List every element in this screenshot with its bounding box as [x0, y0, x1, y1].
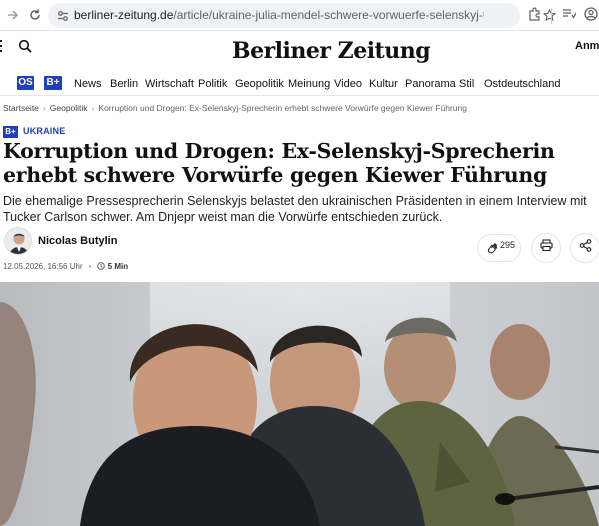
- clap-count: 295: [500, 240, 516, 250]
- toolbar-divider: [551, 8, 552, 24]
- nav-item-news[interactable]: News: [74, 78, 102, 90]
- read-time: 5 Min: [107, 262, 129, 271]
- site-settings-icon[interactable]: [57, 9, 69, 27]
- nav-item-berlin[interactable]: Berlin: [110, 78, 138, 90]
- article-meta: 12.05.2026, 16:56 Uhr • 5 Min: [3, 262, 128, 271]
- breadcrumb-section[interactable]: Geopolitik: [50, 103, 88, 113]
- nav-item-wirtschaft[interactable]: Wirtschaft: [145, 78, 194, 90]
- login-link[interactable]: Anme: [575, 40, 599, 52]
- section-nav: OS B+ News Berlin Wirtschaft Politik Geo…: [0, 70, 599, 96]
- author-name[interactable]: Nicolas Butylin: [38, 235, 117, 247]
- reload-icon[interactable]: [26, 6, 44, 24]
- clock-icon: [97, 262, 106, 271]
- nav-item-kultur[interactable]: Kultur: [369, 78, 398, 90]
- meta-separator: •: [88, 262, 92, 271]
- nav-item-panorama[interactable]: Panorama: [405, 78, 456, 90]
- browser-toolbar: berliner-zeitung.de/article/ukraine-juli…: [0, 0, 599, 31]
- forward-arrow-icon[interactable]: [4, 6, 22, 24]
- article-headline: Korruption und Drogen: Ex-Selenskyj-Spre…: [3, 139, 555, 187]
- address-bar[interactable]: berliner-zeitung.de/article/ukraine-juli…: [48, 3, 557, 28]
- breadcrumb-current: Korruption und Drogen: Ex-Selenskyj-Spre…: [98, 103, 467, 113]
- bplus-badge[interactable]: B+: [44, 76, 62, 90]
- kicker-label[interactable]: UKRAINE: [23, 126, 65, 136]
- search-icon[interactable]: [18, 39, 32, 58]
- printer-icon: [539, 239, 553, 257]
- nav-item-video[interactable]: Video: [334, 78, 362, 90]
- os-badge[interactable]: OS: [17, 76, 34, 90]
- clap-hands-icon: [486, 242, 499, 260]
- author-avatar[interactable]: [4, 227, 32, 255]
- url-text: berliner-zeitung.de/article/ukraine-juli…: [74, 8, 484, 22]
- clap-button[interactable]: 295: [477, 234, 521, 262]
- article-teaser: Die ehemalige Pressesprecherin Selenskyj…: [3, 194, 587, 224]
- nav-item-geopolitik[interactable]: Geopolitik: [235, 78, 284, 90]
- breadcrumb-separator: ›: [91, 103, 95, 113]
- nav-item-ostdeutschland[interactable]: Ostdeutschland: [484, 78, 560, 90]
- nav-item-meinung[interactable]: Meinung: [288, 78, 330, 90]
- reading-list-icon[interactable]: [562, 7, 577, 26]
- print-button[interactable]: [531, 233, 561, 263]
- site-logo[interactable]: Berliner Zeitung: [232, 38, 431, 64]
- share-button[interactable]: [570, 233, 599, 263]
- breadcrumb: Startseite › Geopolitik › Korruption und Dro…: [3, 103, 467, 113]
- bplus-kicker-badge: B+: [3, 126, 18, 138]
- bookmark-star-icon[interactable]: [542, 8, 557, 27]
- share-icon: [579, 239, 592, 257]
- publish-date: 12.05.2026, 16:56 Uhr: [3, 262, 83, 271]
- nav-item-politik[interactable]: Politik: [198, 78, 227, 90]
- nav-item-stil[interactable]: Stil: [459, 78, 474, 90]
- url-path: /article/ukraine-julia-mendel-schwere-vo…: [173, 8, 484, 22]
- breadcrumb-separator: ›: [42, 103, 46, 113]
- profile-icon[interactable]: [584, 7, 598, 26]
- extensions-icon[interactable]: [528, 7, 542, 26]
- url-host: berliner-zeitung.de: [74, 8, 174, 22]
- breadcrumb-home[interactable]: Startseite: [3, 103, 39, 113]
- menu-icon[interactable]: [0, 40, 3, 54]
- article-lead-image[interactable]: [0, 282, 599, 526]
